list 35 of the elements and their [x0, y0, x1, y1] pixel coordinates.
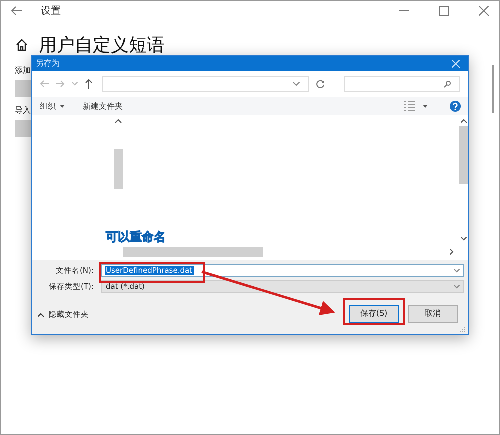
caret-icon[interactable] — [423, 104, 428, 108]
scroll-down-icon[interactable] — [460, 237, 466, 241]
toolbar-button[interactable]: 新建文件夹 — [83, 100, 123, 112]
section-label: 添加 — [15, 65, 31, 76]
dropdown-caret-icon[interactable] — [454, 284, 460, 288]
callout-text: 可以重命名 — [106, 229, 166, 246]
refresh-icon[interactable] — [316, 80, 325, 88]
search-field[interactable] — [344, 76, 460, 92]
cancel-button[interactable]: 取消 — [408, 304, 458, 322]
close-icon[interactable] — [479, 6, 489, 16]
save-button[interactable]: 保存(S) — [349, 304, 399, 322]
back-arrow-icon[interactable] — [11, 6, 23, 16]
caret-icon[interactable] — [60, 104, 65, 108]
home-icon[interactable] — [15, 38, 29, 52]
address-field[interactable] — [102, 76, 309, 92]
scrollbar[interactable] — [492, 65, 494, 113]
search-icon[interactable] — [444, 80, 451, 88]
window-title: 设置 — [41, 4, 62, 18]
maximize-icon[interactable] — [439, 6, 449, 16]
dialog-title: 另存为 — [36, 58, 60, 69]
scroll-up-icon[interactable] — [460, 119, 466, 123]
dropdown-caret-icon[interactable] — [293, 82, 300, 86]
scroll-right-icon[interactable] — [450, 249, 454, 255]
dropdown-caret-icon[interactable] — [454, 268, 460, 272]
scrollbar-thumb[interactable] — [123, 247, 263, 257]
highlight-frame — [343, 298, 405, 325]
caret-up-icon[interactable] — [38, 313, 44, 317]
resize-grip-icon[interactable] — [460, 326, 466, 332]
view-list-icon[interactable] — [404, 101, 415, 111]
help-icon[interactable] — [450, 100, 461, 112]
menu-button[interactable]: 组织 — [40, 100, 65, 112]
scrollbar-thumb[interactable] — [459, 126, 468, 184]
section-label: 导入 — [15, 105, 31, 116]
page-title: 用户自定义短语 — [39, 34, 165, 57]
up-arrow-icon[interactable] — [85, 79, 93, 89]
